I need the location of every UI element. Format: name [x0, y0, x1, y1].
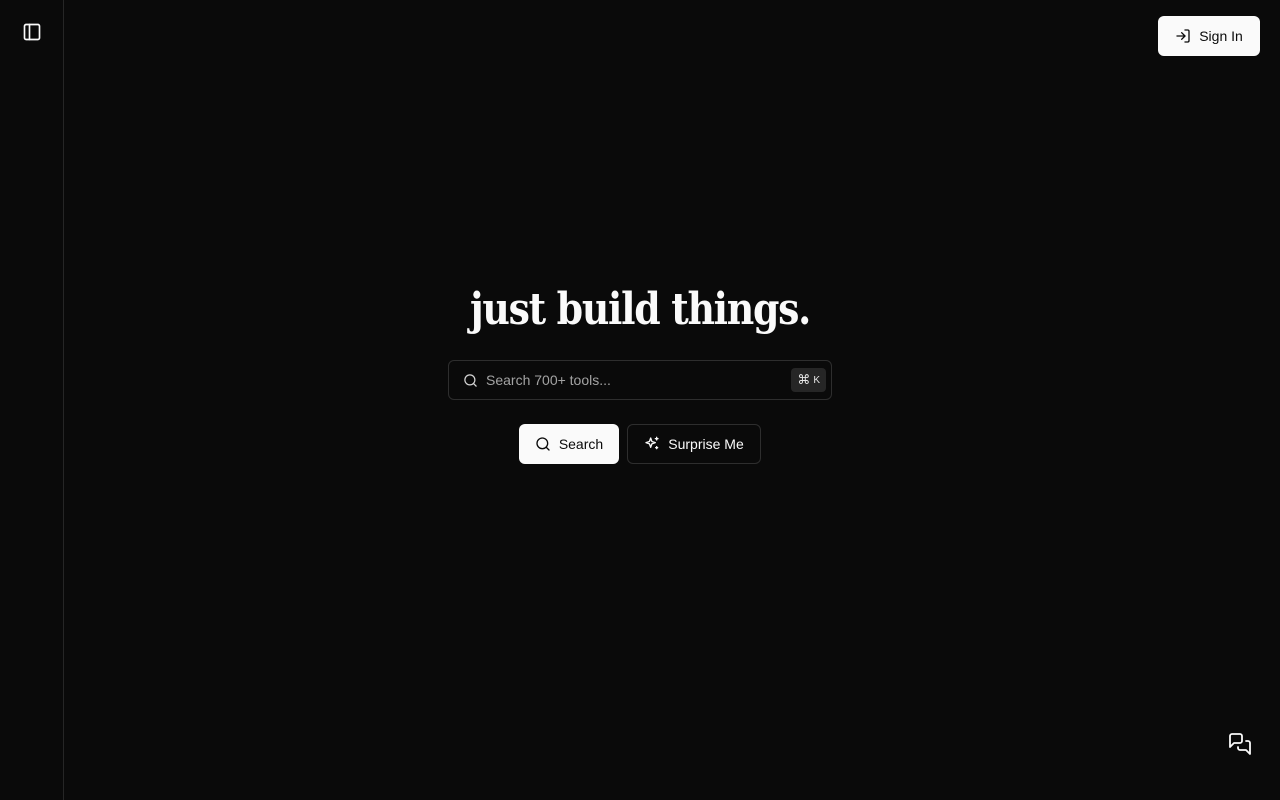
- surprise-me-button[interactable]: Surprise Me: [627, 424, 761, 464]
- page-title: just build things.: [469, 284, 811, 335]
- k-key: K: [813, 374, 820, 386]
- sidebar: [0, 0, 64, 800]
- feedback-button[interactable]: [1220, 724, 1260, 764]
- search-icon: [463, 373, 478, 388]
- messages-icon: [1228, 732, 1252, 756]
- log-in-icon: [1175, 28, 1191, 44]
- search-button[interactable]: Search: [519, 424, 619, 464]
- command-key: ⌘: [797, 372, 811, 388]
- sign-in-button[interactable]: Sign In: [1158, 16, 1260, 56]
- search-bar[interactable]: ⌘ K: [448, 360, 832, 400]
- search-icon: [535, 436, 551, 452]
- keyboard-shortcut-badge: ⌘ K: [791, 368, 826, 392]
- search-button-label: Search: [558, 436, 604, 452]
- search-input[interactable]: [486, 372, 776, 388]
- sparkles-icon: [644, 436, 660, 452]
- panel-left-icon: [22, 22, 42, 42]
- surprise-me-label: Surprise Me: [668, 436, 744, 452]
- sign-in-label: Sign In: [1199, 28, 1243, 44]
- sidebar-toggle-button[interactable]: [16, 16, 48, 48]
